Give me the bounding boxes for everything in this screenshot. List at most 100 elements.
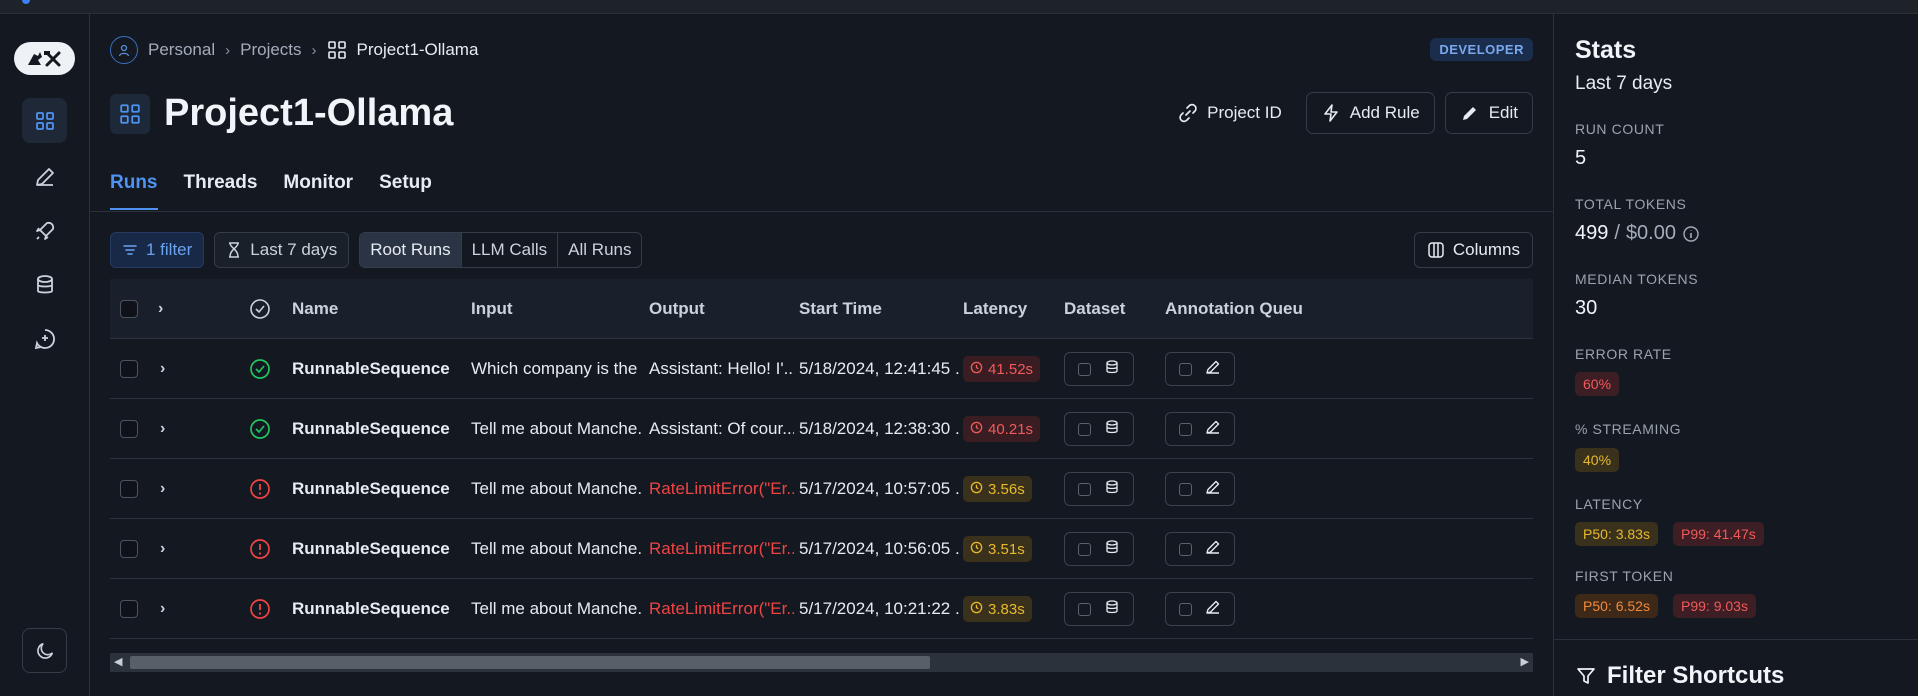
column-header-annotation-queue[interactable]: Annotation Queu — [1165, 279, 1303, 339]
column-header-output[interactable]: Output — [649, 279, 705, 339]
edit-button[interactable]: Edit — [1444, 92, 1533, 134]
add-to-dataset-control[interactable] — [1064, 459, 1134, 519]
row-checkbox[interactable] — [120, 339, 138, 399]
row-checkbox[interactable] — [120, 519, 138, 579]
column-header-dataset[interactable]: Dataset — [1064, 279, 1125, 339]
rail-projects-button[interactable] — [22, 98, 67, 143]
scroll-right-arrow-icon[interactable]: ▶ — [1521, 655, 1529, 668]
segment-llm-calls[interactable]: LLM Calls — [462, 233, 559, 267]
run-name[interactable]: RunnableSequence — [292, 399, 462, 459]
horizontal-scrollbar[interactable]: ◀ ▶ — [110, 653, 1533, 672]
column-header-input[interactable]: Input — [471, 279, 513, 339]
tab-runs[interactable]: Runs — [110, 172, 158, 210]
column-header-name[interactable]: Name — [292, 279, 338, 339]
tab-threads[interactable]: Threads — [184, 172, 258, 210]
expand-row-chevron-icon[interactable]: › — [160, 339, 165, 399]
dataset-checkbox[interactable] — [1077, 362, 1091, 376]
window-top-strip — [0, 0, 1918, 14]
breadcrumb-projects[interactable]: Projects — [240, 40, 301, 60]
theme-toggle-button[interactable] — [22, 628, 67, 673]
clock-icon — [970, 541, 983, 558]
breadcrumb-personal[interactable]: Personal — [148, 40, 215, 60]
dataset-checkbox[interactable] — [1077, 482, 1091, 496]
table-row[interactable]: › RunnableSequence Tell me about Manche...… — [110, 459, 1533, 519]
page-title-row: Project1-Ollama — [110, 92, 453, 135]
rail-annotate-button[interactable] — [22, 154, 67, 199]
dataset-checkbox[interactable] — [1077, 602, 1091, 616]
stats-subtitle: Last 7 days — [1575, 73, 1673, 94]
segment-all-runs[interactable]: All Runs — [558, 233, 641, 267]
pencil-icon[interactable] — [1205, 599, 1221, 620]
rail-chat-button[interactable] — [22, 316, 67, 361]
annotation-queue-control[interactable] — [1165, 519, 1235, 579]
expand-row-chevron-icon[interactable]: › — [160, 579, 165, 639]
annotation-queue-control[interactable] — [1165, 339, 1235, 399]
column-header-latency[interactable]: Latency — [963, 279, 1027, 339]
total-cost: $0.00 — [1625, 222, 1676, 244]
error-rate-badge: 60% — [1575, 372, 1620, 396]
add-to-dataset-control[interactable] — [1064, 399, 1134, 459]
rail-datasets-button[interactable] — [22, 262, 67, 307]
database-icon[interactable] — [1104, 419, 1120, 440]
table-row[interactable]: › RunnableSequence Tell me about Manche...… — [110, 579, 1533, 639]
add-rule-button[interactable]: Add Rule — [1305, 92, 1435, 134]
table-row[interactable]: › RunnableSequence Tell me about Manche...… — [110, 519, 1533, 579]
annotation-checkbox[interactable] — [1178, 422, 1192, 436]
annotation-checkbox[interactable] — [1178, 362, 1192, 376]
annotation-queue-control[interactable] — [1165, 399, 1235, 459]
app-logo[interactable] — [14, 42, 75, 75]
rail-deploy-button[interactable] — [22, 208, 67, 253]
run-name[interactable]: RunnableSequence — [292, 579, 462, 639]
tab-monitor[interactable]: Monitor — [283, 172, 353, 210]
filter-button[interactable]: 1 filter — [110, 232, 205, 268]
filter-shortcuts-header[interactable]: Filter Shortcuts — [1575, 662, 1784, 690]
database-icon[interactable] — [1104, 539, 1120, 560]
success-check-icon — [249, 399, 271, 459]
pencil-icon[interactable] — [1205, 479, 1221, 500]
run-count-value: 5 — [1575, 147, 1587, 169]
select-all-checkbox[interactable] — [120, 279, 138, 339]
table-row[interactable]: › RunnableSequence Which company is the ..… — [110, 339, 1533, 399]
row-checkbox[interactable] — [120, 579, 138, 639]
dataset-checkbox[interactable] — [1077, 542, 1091, 556]
annotation-queue-control[interactable] — [1165, 459, 1235, 519]
pencil-icon[interactable] — [1205, 359, 1221, 380]
scrollbar-thumb[interactable] — [130, 656, 930, 669]
expand-all-chevron-icon[interactable]: › — [158, 279, 163, 339]
expand-row-chevron-icon[interactable]: › — [160, 459, 165, 519]
table-row[interactable]: › RunnableSequence Tell me about Manche...… — [110, 399, 1533, 459]
pencil-icon[interactable] — [1205, 539, 1221, 560]
time-range-button[interactable]: Last 7 days — [214, 232, 350, 268]
row-checkbox[interactable] — [120, 399, 138, 459]
streaming-label: % STREAMING — [1575, 421, 1682, 437]
expand-row-chevron-icon[interactable]: › — [160, 519, 165, 579]
annotation-checkbox[interactable] — [1178, 602, 1192, 616]
segment-root-runs[interactable]: Root Runs — [360, 233, 462, 267]
annotation-checkbox[interactable] — [1178, 482, 1192, 496]
database-icon[interactable] — [1104, 479, 1120, 500]
column-header-start-time[interactable]: Start Time — [799, 279, 882, 339]
latency-label: LATENCY — [1575, 496, 1643, 512]
run-name[interactable]: RunnableSequence — [292, 459, 462, 519]
run-name[interactable]: RunnableSequence — [292, 339, 462, 399]
annotation-queue-control[interactable] — [1165, 579, 1235, 639]
row-checkbox[interactable] — [120, 459, 138, 519]
scroll-left-arrow-icon[interactable]: ◀ — [114, 655, 122, 668]
expand-row-chevron-icon[interactable]: › — [160, 399, 165, 459]
info-icon[interactable] — [1682, 225, 1700, 243]
columns-button[interactable]: Columns — [1413, 232, 1533, 268]
database-icon[interactable] — [1104, 359, 1120, 380]
table-header: › Name Input Output Start Time Latency D… — [110, 279, 1533, 339]
annotation-checkbox[interactable] — [1178, 542, 1192, 556]
header-actions: Project ID Add Rule Edit — [1164, 92, 1533, 134]
database-icon[interactable] — [1104, 599, 1120, 620]
add-to-dataset-control[interactable] — [1064, 519, 1134, 579]
add-to-dataset-control[interactable] — [1064, 339, 1134, 399]
project-id-button[interactable]: Project ID — [1164, 92, 1296, 134]
median-tokens-label: MEDIAN TOKENS — [1575, 271, 1699, 287]
run-name[interactable]: RunnableSequence — [292, 519, 462, 579]
add-to-dataset-control[interactable] — [1064, 579, 1134, 639]
tab-setup[interactable]: Setup — [379, 172, 432, 210]
pencil-icon[interactable] — [1205, 419, 1221, 440]
dataset-checkbox[interactable] — [1077, 422, 1091, 436]
